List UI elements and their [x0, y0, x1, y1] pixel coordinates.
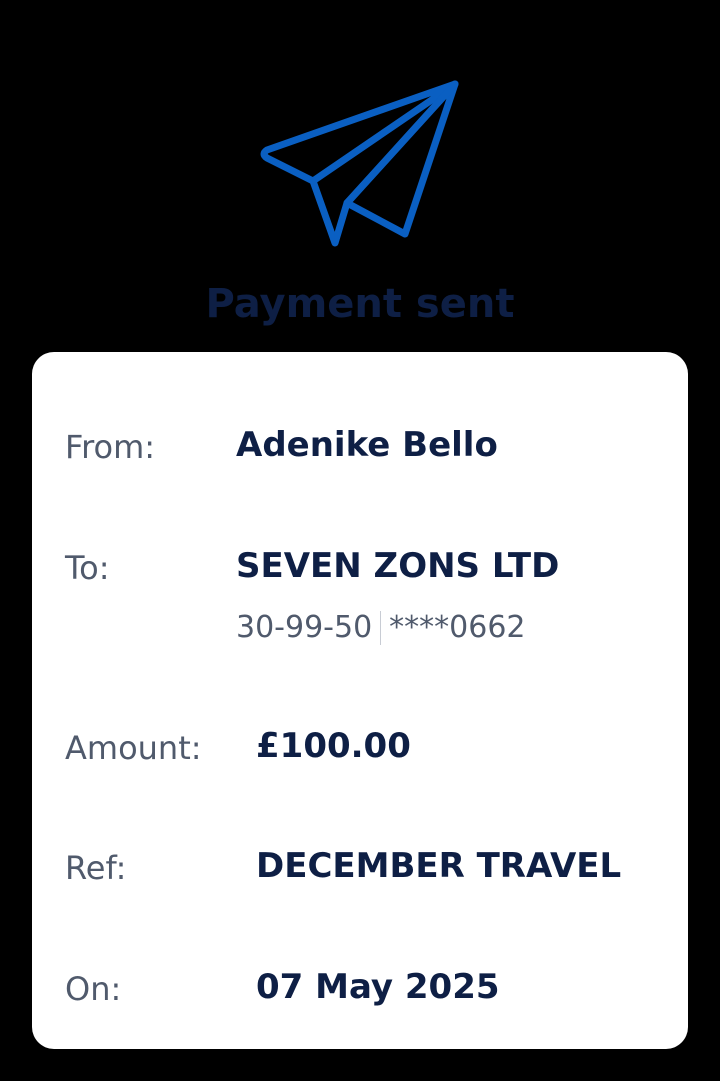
- payment-details-card: From: Adenike Bello To: SEVEN ZONS LTD 3…: [32, 352, 688, 1049]
- to-value: SEVEN ZONS LTD: [236, 546, 560, 586]
- ref-value: DECEMBER TRAVEL: [256, 846, 622, 886]
- paper-plane-icon: [260, 80, 459, 247]
- payee-account-details: 30-99-50 ****0662: [236, 608, 526, 648]
- sort-code: 30-99-50: [236, 610, 373, 645]
- date-value: 07 May 2025: [256, 967, 500, 1007]
- to-label: To:: [65, 549, 110, 587]
- divider: [380, 611, 382, 645]
- from-value: Adenike Bello: [236, 425, 498, 465]
- page-title: Payment sent: [205, 281, 515, 326]
- amount-value: £100.00: [256, 726, 411, 766]
- on-label: On:: [65, 970, 122, 1008]
- ref-label: Ref:: [65, 849, 127, 887]
- account-number: ****0662: [389, 610, 526, 645]
- amount-label: Amount:: [65, 729, 202, 767]
- from-label: From:: [65, 428, 156, 466]
